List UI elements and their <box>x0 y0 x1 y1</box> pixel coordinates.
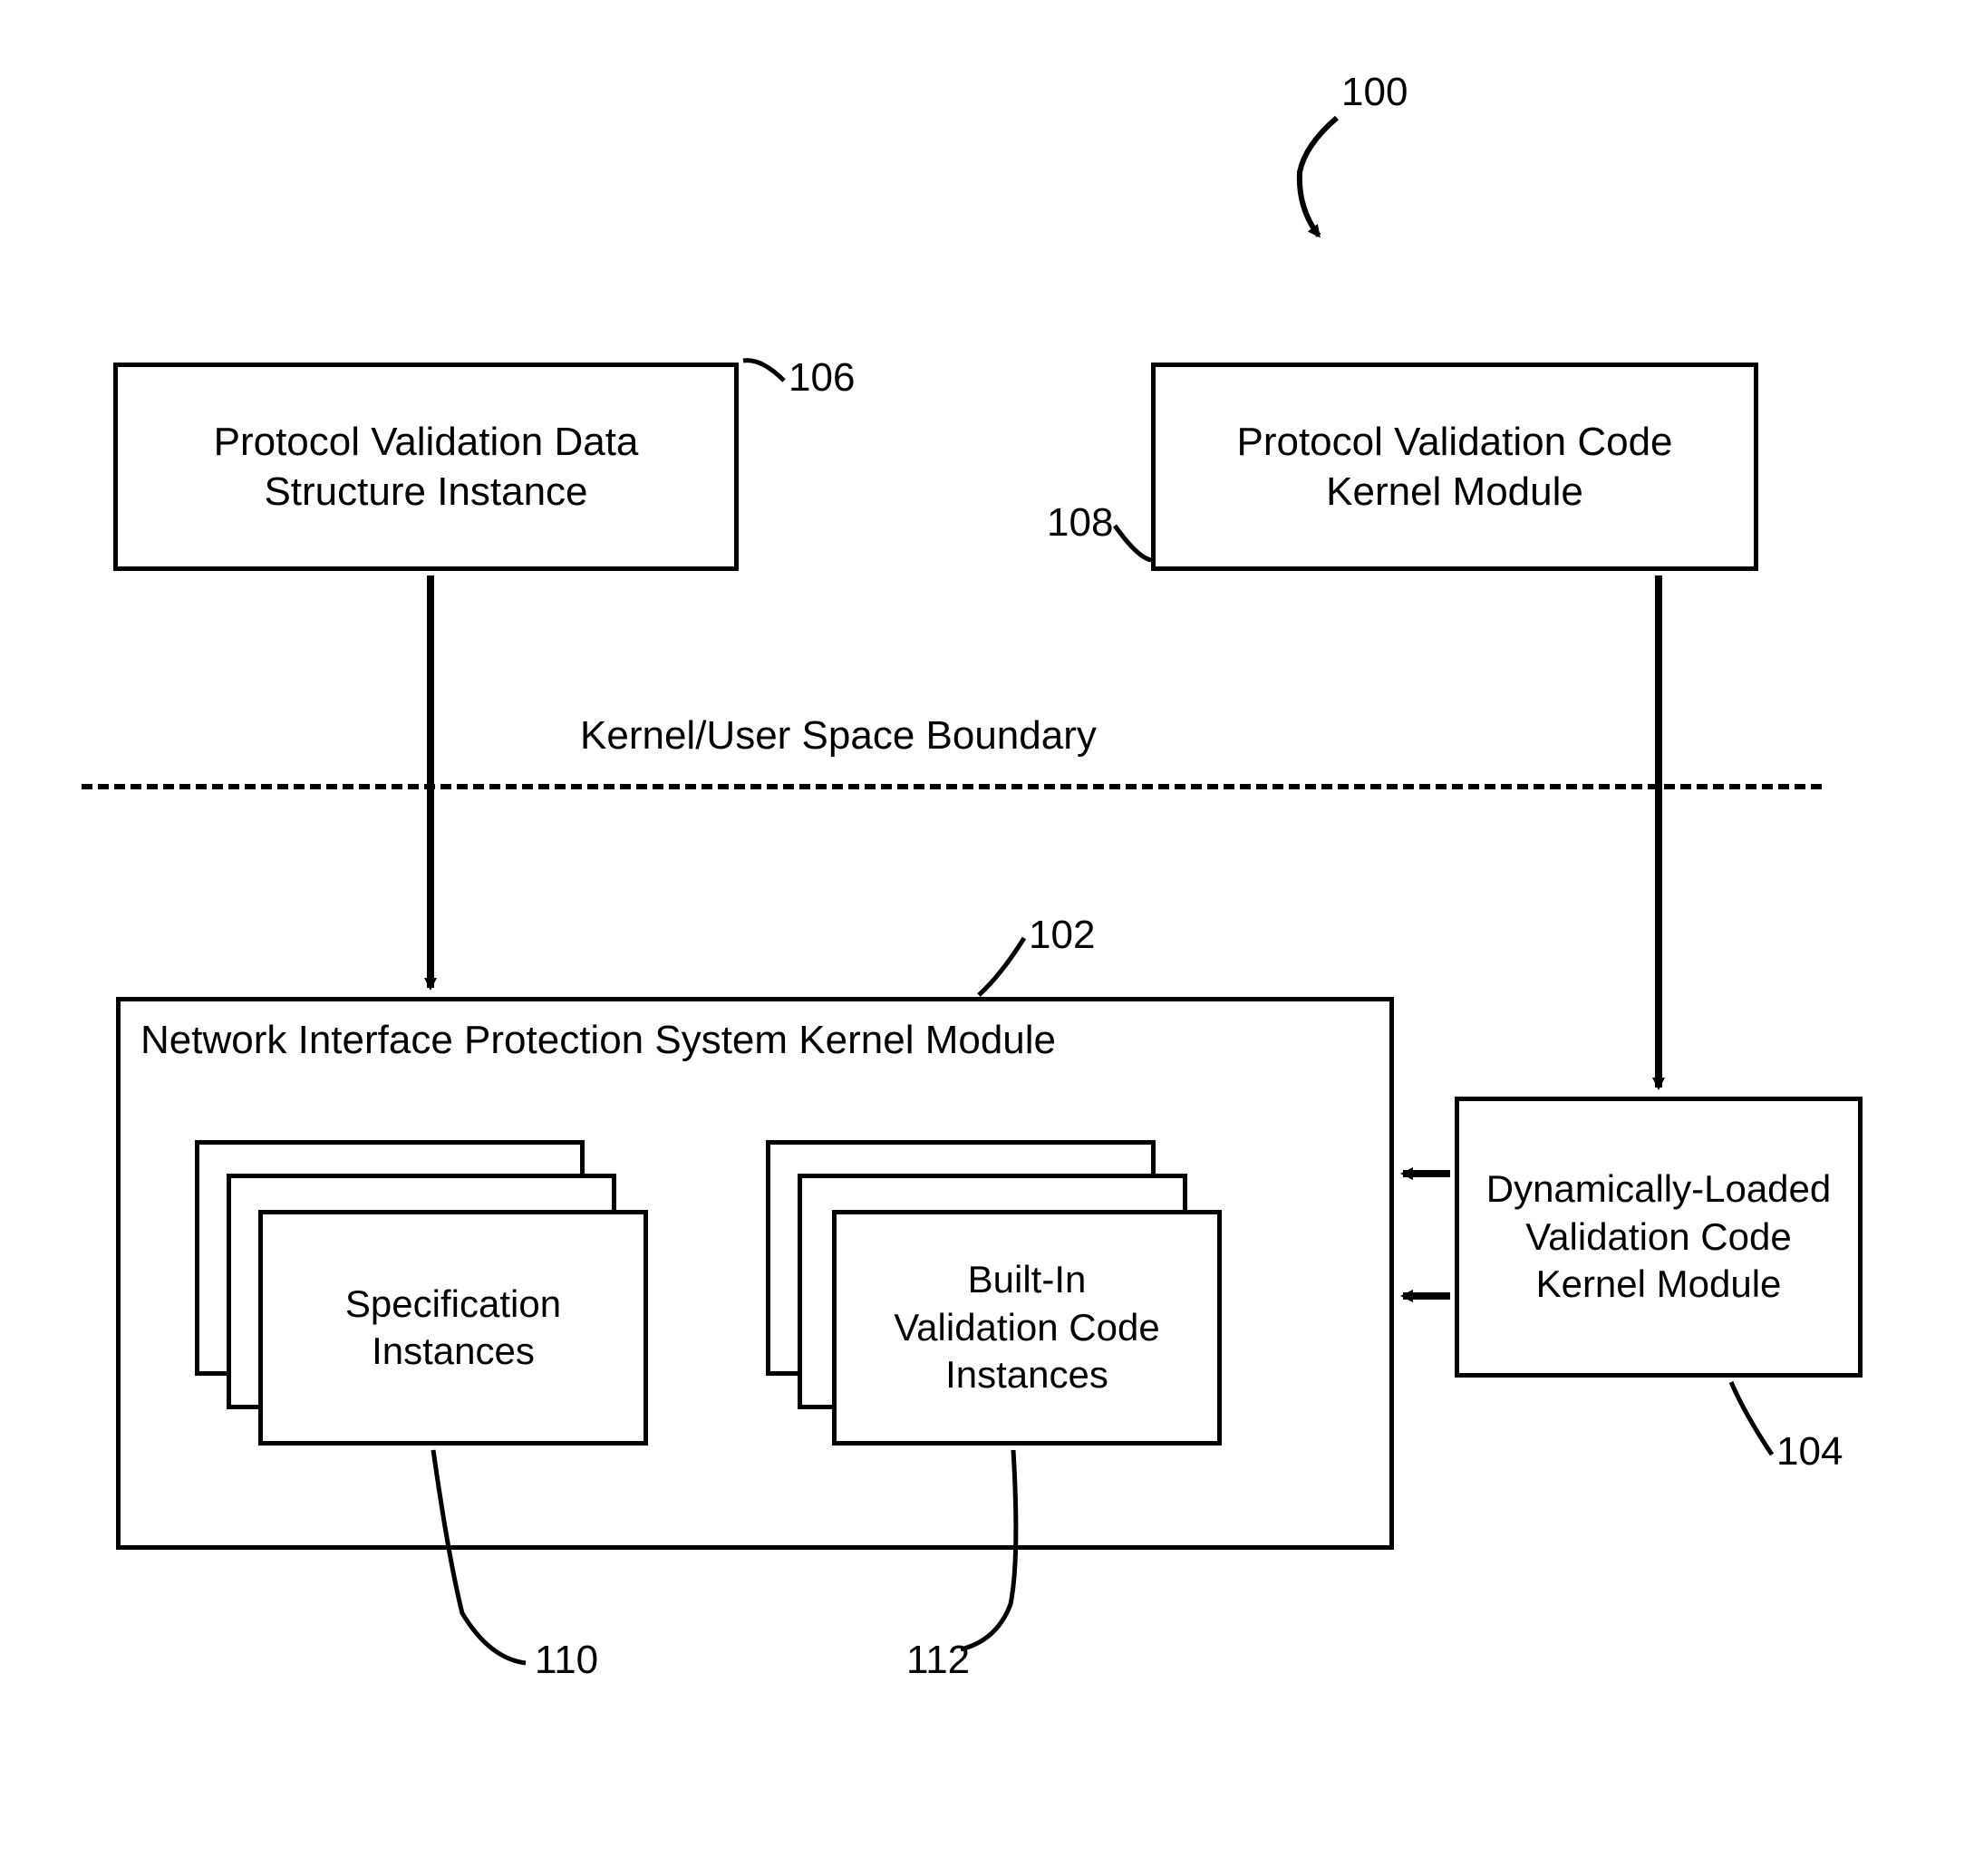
box-builtin-validation-code-instances: Built-In Validation Code Instances <box>832 1210 1222 1446</box>
box-pv-code-module-text: Protocol Validation Code Kernel Module <box>1236 417 1672 517</box>
ref-dyn-module: 104 <box>1776 1432 1843 1472</box>
builtin-instances-text: Built-In Validation Code Instances <box>894 1256 1159 1399</box>
boundary-label: Kernel/User Space Boundary <box>580 716 1097 756</box>
leader-curve-100 <box>1300 118 1337 236</box>
box-specification-instances: Specification Instances <box>258 1210 648 1446</box>
ref-builtin-instances: 112 <box>906 1640 970 1680</box>
box-dynamically-loaded-validation-code-kernel-module: Dynamically-Loaded Validation Code Kerne… <box>1455 1097 1863 1378</box>
spec-instances-text: Specification Instances <box>345 1281 561 1376</box>
boundary-line <box>82 784 1822 789</box>
leader-curve-106 <box>743 361 784 381</box>
leader-curve-102 <box>979 938 1024 995</box>
leader-curve-104 <box>1731 1382 1772 1455</box>
ref-nips: 102 <box>1029 915 1095 955</box>
ref-pv-code-module: 108 <box>1047 503 1113 543</box>
leader-curve-108 <box>1115 526 1151 560</box>
ref-spec-instances: 110 <box>535 1640 598 1680</box>
dyn-module-text: Dynamically-Loaded Validation Code Kerne… <box>1486 1165 1832 1309</box>
box-pv-data-struct-text: Protocol Validation Data Structure Insta… <box>214 417 639 517</box>
ref-pv-data-struct: 106 <box>789 358 855 398</box>
box-nips-title: Network Interface Protection System Kern… <box>140 1015 1373 1065</box>
connectors-overlay <box>0 0 1974 1876</box>
diagram-canvas: 100 Protocol Validation Data Structure I… <box>0 0 1974 1876</box>
box-protocol-validation-data-structure: Protocol Validation Data Structure Insta… <box>113 363 739 571</box>
box-protocol-validation-code-kernel-module: Protocol Validation Code Kernel Module <box>1151 363 1758 571</box>
ref-overall: 100 <box>1341 73 1408 112</box>
